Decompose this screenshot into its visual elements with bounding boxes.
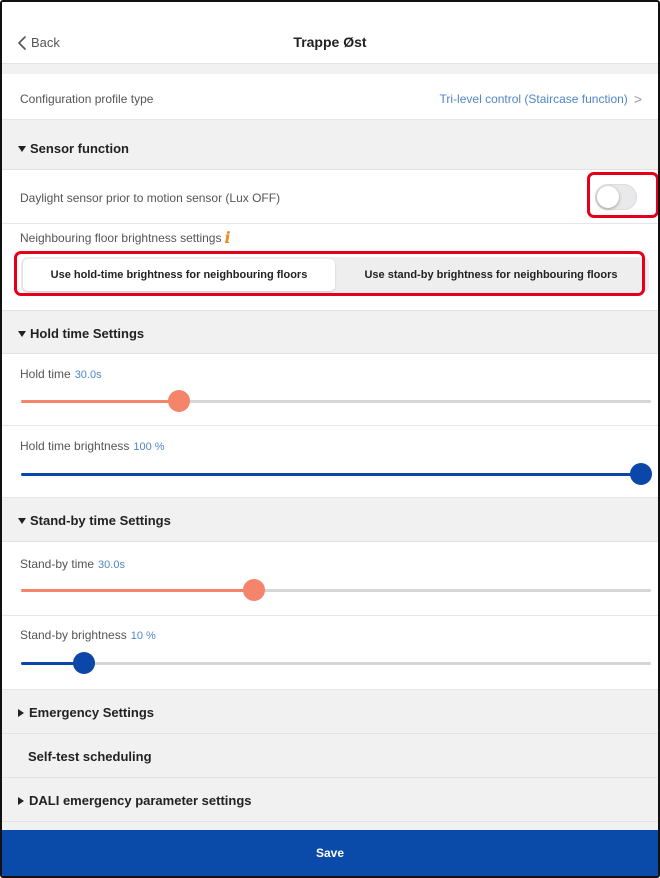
section-header-standby[interactable]: Stand-by time Settings bbox=[2, 498, 658, 542]
section-title-selftest: Self-test scheduling bbox=[28, 749, 152, 764]
info-icon[interactable]: i bbox=[224, 230, 230, 246]
hold-brightness-value: 100 % bbox=[133, 441, 165, 453]
standby-time-label-wrap: Stand-by time 30.0s bbox=[20, 557, 125, 571]
hold-time-value: 30.0s bbox=[74, 369, 102, 381]
triangle-right-icon bbox=[18, 708, 24, 717]
hold-brightness-label-wrap: Hold time brightness 100 % bbox=[20, 439, 165, 453]
hold-brightness-label: Hold time brightness bbox=[20, 439, 130, 453]
standby-brightness-value: 10 % bbox=[130, 630, 156, 642]
section-header-hold[interactable]: Hold time Settings bbox=[2, 310, 658, 354]
hold-time-label-wrap: Hold time 30.0s bbox=[20, 367, 102, 381]
save-button[interactable]: Save bbox=[2, 830, 658, 876]
config-profile-value-text: Tri-level control (Staircase function) bbox=[439, 92, 628, 106]
slider-fill bbox=[21, 589, 255, 592]
standby-time-row: Stand-by time 30.0s bbox=[2, 542, 658, 616]
hold-brightness-row: Hold time brightness 100 % bbox=[2, 426, 658, 498]
config-profile-row[interactable]: Configuration profile type Tri-level con… bbox=[2, 74, 658, 120]
page-title: Trappe Øst bbox=[293, 34, 367, 50]
standby-brightness-slider[interactable] bbox=[21, 652, 651, 674]
hold-time-row: Hold time 30.0s bbox=[2, 354, 658, 426]
section-title-emergency: Emergency Settings bbox=[29, 705, 154, 720]
standby-brightness-row: Stand-by brightness 10 % bbox=[2, 616, 658, 690]
section-title-dali: DALI emergency parameter settings bbox=[29, 793, 252, 808]
highlight-segmented bbox=[14, 251, 645, 296]
config-profile-value[interactable]: Tri-level control (Staircase function) > bbox=[440, 91, 642, 107]
config-profile-label: Configuration profile type bbox=[20, 92, 154, 106]
daylight-sensor-label: Daylight sensor prior to motion sensor (… bbox=[20, 191, 281, 205]
navigation-bar: Back Trappe Øst bbox=[2, 2, 658, 64]
neighbour-floor-label: Neighbouring floor brightness settings bbox=[20, 231, 222, 245]
daylight-sensor-row: Daylight sensor prior to motion sensor (… bbox=[2, 170, 658, 224]
section-title-sensor: Sensor function bbox=[30, 141, 129, 156]
chevron-right-icon: > bbox=[633, 91, 642, 107]
standby-time-value: 30.0s bbox=[98, 559, 125, 571]
hold-brightness-slider[interactable] bbox=[21, 463, 652, 485]
slider-thumb[interactable] bbox=[243, 579, 266, 601]
slider-thumb[interactable] bbox=[167, 390, 190, 412]
standby-time-label: Stand-by time bbox=[20, 557, 95, 571]
section-title-hold: Hold time Settings bbox=[30, 326, 145, 341]
triangle-right-icon bbox=[18, 796, 24, 805]
slider-fill bbox=[21, 400, 179, 403]
section-header-emergency[interactable]: Emergency Settings bbox=[2, 690, 658, 734]
section-header-sensor[interactable]: Sensor function bbox=[2, 126, 658, 170]
section-header-selftest[interactable]: Self-test scheduling bbox=[2, 734, 658, 778]
app-frame: Back Trappe Øst Configuration profile ty… bbox=[0, 0, 660, 878]
slider-fill bbox=[21, 473, 641, 476]
neighbour-floor-label-wrap: Neighbouring floor brightness settings i bbox=[20, 230, 231, 246]
triangle-down-icon bbox=[18, 517, 26, 524]
save-label: Save bbox=[315, 846, 345, 860]
section-header-dali[interactable]: DALI emergency parameter settings bbox=[2, 778, 658, 822]
slider-thumb[interactable] bbox=[73, 652, 95, 674]
standby-time-slider[interactable] bbox=[21, 579, 651, 601]
triangle-down-icon bbox=[18, 330, 26, 337]
highlight-toggle bbox=[587, 172, 658, 218]
spacer bbox=[2, 64, 658, 74]
hold-time-slider[interactable] bbox=[21, 390, 651, 412]
hold-time-label: Hold time bbox=[20, 367, 71, 381]
slider-thumb[interactable] bbox=[630, 463, 652, 485]
standby-brightness-label: Stand-by brightness bbox=[20, 628, 127, 642]
section-title-standby: Stand-by time Settings bbox=[30, 513, 171, 528]
standby-brightness-label-wrap: Stand-by brightness 10 % bbox=[20, 628, 156, 642]
triangle-down-icon bbox=[18, 145, 26, 152]
